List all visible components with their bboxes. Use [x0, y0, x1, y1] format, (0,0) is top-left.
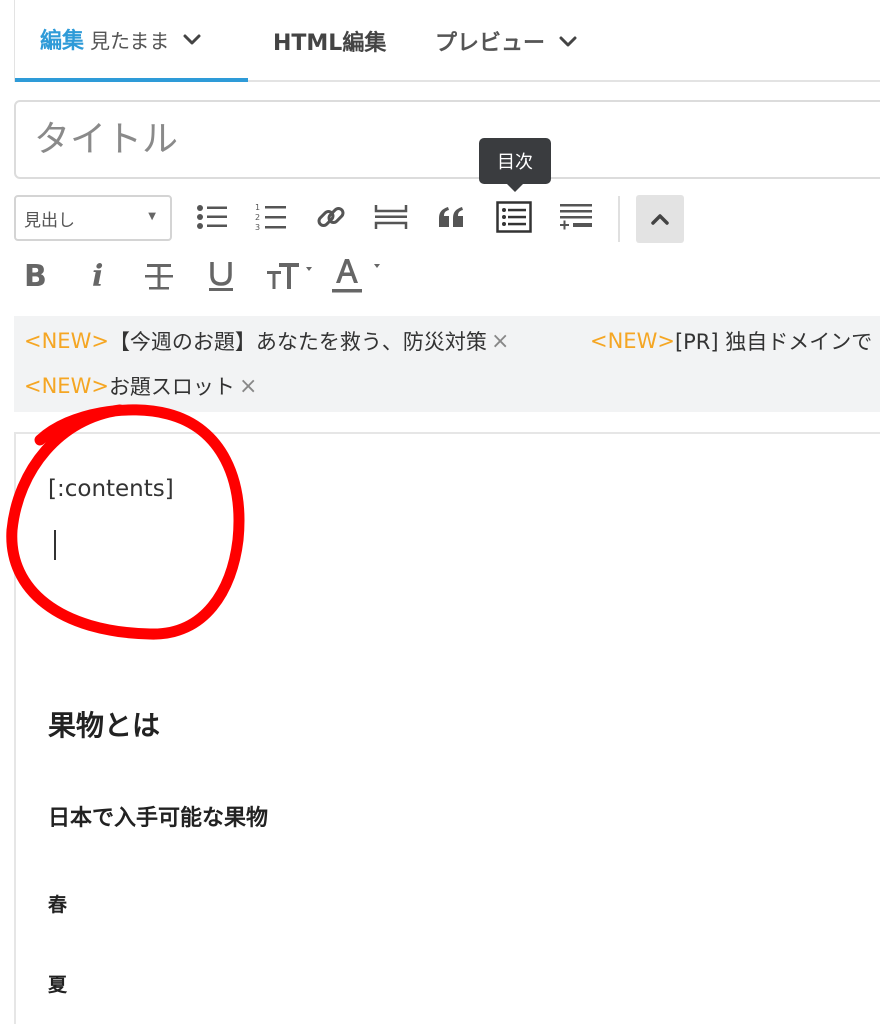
font-size-button[interactable] [265, 256, 315, 296]
link-button[interactable] [311, 197, 351, 237]
chevron-up-icon [651, 214, 669, 225]
suggestion-chip[interactable]: <NEW> [PR] 独自ドメインで [590, 326, 872, 356]
close-icon[interactable]: × [239, 374, 257, 399]
underline-button[interactable] [205, 256, 237, 296]
footnote-button[interactable] [556, 197, 596, 237]
svg-text:1: 1 [255, 203, 260, 212]
svg-text:2: 2 [255, 213, 260, 222]
font-size-icon [267, 263, 312, 289]
footnote-icon [560, 204, 592, 230]
heading-2[interactable]: 日本で入手可能な果物 [48, 800, 268, 832]
close-icon[interactable]: × [491, 329, 509, 354]
editor-body[interactable]: [:contents] 果物とは 日本で入手可能な果物 春 夏 [14, 432, 880, 1024]
heading-3-summer[interactable]: 夏 [48, 970, 67, 997]
read-more-icon [374, 205, 408, 229]
suggestion-chip[interactable]: <NEW> 【今週のお題】あなたを救う、防災対策 × [24, 326, 509, 356]
tab-html-edit[interactable]: HTML編集 [273, 0, 386, 82]
table-of-contents-button[interactable] [494, 197, 534, 237]
quote-button[interactable] [432, 197, 472, 237]
new-tag: <NEW> [24, 329, 109, 353]
table-of-contents-icon [496, 201, 532, 233]
chevron-down-icon[interactable] [559, 29, 577, 54]
chevron-down-icon[interactable] [183, 27, 201, 52]
text-color-button[interactable] [330, 256, 384, 296]
collapse-toolbar-button[interactable] [636, 195, 684, 243]
editor-tabs: 編集 見たまま HTML編集 プレビュー [14, 0, 880, 82]
strikethrough-button[interactable] [143, 256, 175, 296]
bold-button[interactable]: B [24, 256, 47, 296]
numbered-list-icon: 1 2 3 [255, 203, 286, 232]
suggestion-text: 【今週のお題】あなたを救う、防災対策 [108, 330, 487, 354]
suggestion-chip[interactable]: <NEW> お題スロット × [24, 371, 257, 401]
caret-down-icon: ▼ [148, 211, 156, 222]
italic-icon: i [92, 258, 104, 294]
tab-preview-label: プレビュー [435, 31, 546, 56]
read-more-button[interactable] [371, 197, 411, 237]
title-field-wrapper [14, 100, 880, 179]
numbered-list-button[interactable]: 1 2 3 [251, 197, 291, 237]
new-tag: <NEW> [590, 329, 675, 353]
underline-icon [209, 262, 233, 291]
tab-preview[interactable]: プレビュー [435, 0, 577, 82]
toc-notation[interactable]: [:contents] [48, 476, 174, 502]
heading-select[interactable]: 見出し ▼ [14, 195, 172, 241]
tab-edit[interactable]: 編集 見たまま [15, 0, 248, 82]
bulleted-list-button[interactable] [192, 197, 232, 237]
text-color-icon [332, 259, 380, 293]
bold-icon: B [24, 258, 47, 294]
title-input[interactable] [16, 102, 880, 177]
toc-tooltip: 目次 [479, 138, 551, 192]
heading-select-value: 見出し [24, 210, 75, 231]
heading-1[interactable]: 果物とは [48, 704, 160, 744]
topic-suggestion-bar: <NEW> 【今週のお題】あなたを救う、防災対策 × <NEW> [PR] 独自… [14, 316, 880, 412]
link-icon [317, 207, 345, 227]
suggestion-text: [PR] 独自ドメインで [674, 330, 873, 354]
text-cursor [54, 530, 56, 560]
svg-text:3: 3 [255, 223, 260, 232]
tab-edit-label: 編集 [40, 29, 85, 54]
suggestion-text: お題スロット [108, 375, 235, 399]
tab-edit-mode: 見たまま [90, 28, 170, 53]
new-tag: <NEW> [24, 374, 109, 398]
tab-html-label: HTML編集 [273, 31, 387, 56]
heading-3-spring[interactable]: 春 [48, 890, 67, 917]
strikethrough-icon [145, 264, 173, 290]
bulleted-list-icon [197, 205, 227, 229]
toolbar-divider [618, 196, 620, 242]
toc-tooltip-text: 目次 [497, 152, 533, 173]
quote-icon [439, 207, 463, 227]
italic-button[interactable]: i [92, 256, 103, 296]
